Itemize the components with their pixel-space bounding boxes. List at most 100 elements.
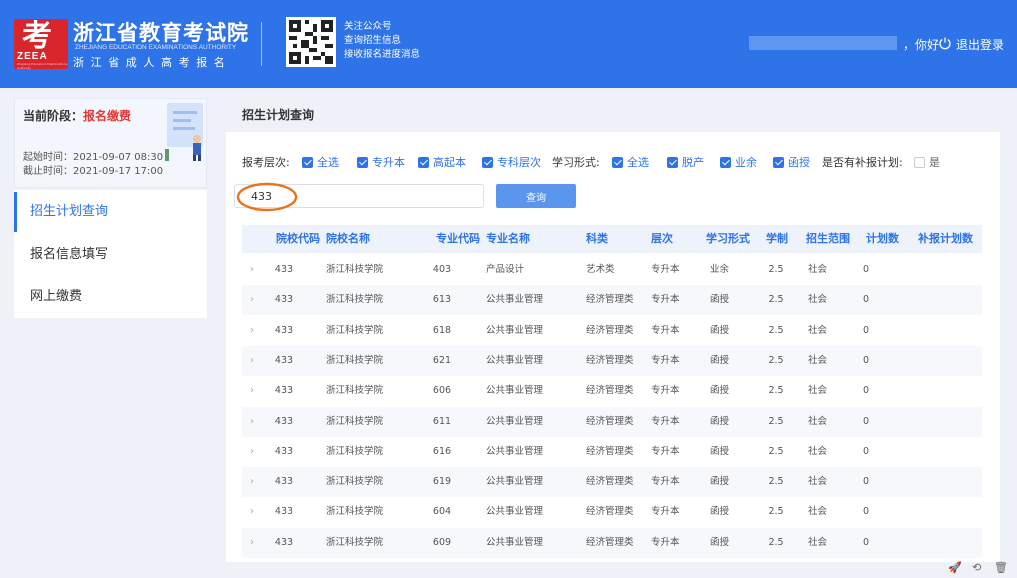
refresh-icon[interactable]: ⟲ [972,561,981,574]
chevron-right-icon[interactable]: › [250,346,254,376]
option-label: 全选 [627,156,649,169]
table-row[interactable]: › 433 浙江科技学院 609 公共事业管理 经济管理类 专升本 函授 2.5 社会 0 [242,527,982,558]
rocket-icon[interactable]: 🚀 [948,561,962,574]
chevron-right-icon[interactable]: › [250,407,254,437]
table-cell: 函授 [710,536,730,548]
table-header: 院校代码 院校名称 专业代码 专业名称 科类 层次 学习形式 学制 招生范围 计… [242,225,982,253]
logout-link[interactable]: 退出登录 [956,36,1004,53]
chevron-right-icon[interactable]: › [250,497,254,527]
form-filter-label: 学习形式: [552,156,600,169]
table-row[interactable]: › 433 浙江科技学院 618 公共事业管理 经济管理类 专升本 函授 2.5 社会 0 [242,316,982,346]
table-cell: 社会 [808,264,828,275]
table-cell: 公共事业管理 [486,324,544,336]
table-cell: 433 [274,324,294,336]
sidebar-item-payment[interactable]: 网上缴费 [14,277,207,317]
form-option-tc[interactable]: 脱产 [667,156,704,170]
table-cell: 2.5 [768,476,784,488]
table-cell: 2.5 [768,415,784,427]
table-cell: 专升本 [651,354,680,366]
table-cell: 专升本 [651,536,680,548]
qr-caption-line: 关注公众号 [344,21,392,32]
table-cell: 经济管理类 [586,445,634,457]
table-row[interactable]: › 433 浙江科技学院 604 公共事业管理 经济管理类 专升本 函授 2.5 社会 0 [242,497,982,527]
table-cell: 0 [862,385,870,397]
table-row[interactable]: › 433 浙江科技学院 611 公共事业管理 经济管理类 专升本 函授 2.5 社会 0 [242,406,982,437]
checkbox-checked-icon[interactable] [720,157,731,168]
table-cell: 604 [432,506,452,518]
table-cell: 专升本 [651,445,680,457]
table-cell: 621 [432,354,452,366]
table-cell: 浙江科技学院 [326,536,384,548]
table-cell: 业余 [710,264,730,275]
table-cell: 433 [274,294,294,306]
sidebar-item-plan-query[interactable]: 招生计划查询 [14,192,207,232]
table-cell: 2.5 [768,354,784,366]
chevron-right-icon[interactable]: › [250,376,254,406]
end-time: 截止时间：2021-09-17 17:00 [23,166,164,177]
checkbox-unchecked-icon[interactable] [914,157,925,168]
table-cell: 函授 [710,445,730,457]
table-cell: 0 [862,536,870,548]
sidebar-item-info-fill[interactable]: 报名信息填写 [14,235,207,275]
qr-caption-line: 查询招生信息 [344,35,402,46]
table-row[interactable]: › 433 浙江科技学院 616 公共事业管理 经济管理类 专升本 函授 2.5 社会 0 [242,437,982,467]
form-option-yy[interactable]: 业余 [720,156,757,170]
checkbox-checked-icon[interactable] [357,157,368,168]
logo-char: 考 [22,19,52,54]
table-row[interactable]: › 433 浙江科技学院 403 产品设计 艺术类 专升本 业余 2.5 社会 0 [242,255,982,285]
stage-value: 报名缴费 [83,109,132,123]
stage-label: 当前阶段： [23,109,84,123]
option-label: 全选 [317,156,339,169]
table-cell: 浙江科技学院 [326,506,384,518]
chevron-right-icon[interactable]: › [250,255,254,285]
chevron-right-icon[interactable]: › [250,316,254,346]
col-header: 专业名称 [486,232,530,245]
table-cell: 浙江科技学院 [326,294,384,306]
table-cell: 公共事业管理 [486,506,544,518]
table-cell: 2.5 [768,294,784,306]
chevron-right-icon[interactable]: › [250,437,254,467]
table-cell: 浙江科技学院 [326,445,384,457]
power-icon[interactable] [938,36,952,50]
table-row[interactable]: › 433 浙江科技学院 613 公共事业管理 经济管理类 专升本 函授 2.5 社会 0 [242,285,982,316]
table-cell: 0 [862,264,870,275]
table-cell: 浙江科技学院 [326,385,384,397]
form-option-all[interactable]: 全选 [612,156,649,170]
table-row[interactable]: › 433 浙江科技学院 619 公共事业管理 经济管理类 专升本 函授 2.5 社会 0 [242,467,982,498]
trash-icon[interactable]: 🗑 [994,561,1008,574]
form-option-hs[interactable]: 函授 [773,156,810,170]
panel-header: 招生计划查询 [226,96,1000,132]
col-header: 学制 [766,232,788,245]
level-filter-label: 报考层次: [242,156,290,169]
table-row[interactable]: › 433 浙江科技学院 621 公共事业管理 经济管理类 专升本 函授 2.5 社会 0 [242,345,982,376]
col-header: 补报计划数 [918,232,973,245]
level-option-zk[interactable]: 专科层次 [482,156,541,170]
checkbox-checked-icon[interactable] [612,157,623,168]
table-cell: 618 [432,324,452,336]
chevron-right-icon[interactable]: › [250,528,254,558]
checkbox-checked-icon[interactable] [418,157,429,168]
table-cell: 产品设计 [486,264,525,275]
stage-title: 当前阶段：报名缴费 [23,107,131,124]
supplement-option-yes[interactable]: 是 [914,156,940,170]
checkbox-checked-icon[interactable] [302,157,313,168]
query-button[interactable]: 查询 [496,184,576,208]
table-cell: 公共事业管理 [486,294,544,306]
chevron-right-icon[interactable]: › [250,467,254,497]
option-label: 业余 [735,156,757,169]
table-cell: 函授 [710,506,730,518]
checkbox-checked-icon[interactable] [667,157,678,168]
checkbox-checked-icon[interactable] [773,157,784,168]
table-cell: 经济管理类 [586,476,634,488]
table-row[interactable]: › 433 浙江科技学院 606 公共事业管理 经济管理类 专升本 函授 2.5 社会 0 [242,376,982,406]
col-header: 层次 [651,232,673,245]
school-code-input[interactable] [234,184,484,208]
logo-small-text: Zhejiang Education Examinations Authorit… [17,62,68,70]
checkbox-checked-icon[interactable] [482,157,493,168]
option-label: 是 [929,156,940,169]
level-option-gqb[interactable]: 高起本 [418,156,466,170]
level-option-all[interactable]: 全选 [302,156,339,170]
level-option-zsb[interactable]: 专升本 [357,156,405,170]
chevron-right-icon[interactable]: › [250,285,254,315]
table-cell: 专升本 [651,506,680,518]
